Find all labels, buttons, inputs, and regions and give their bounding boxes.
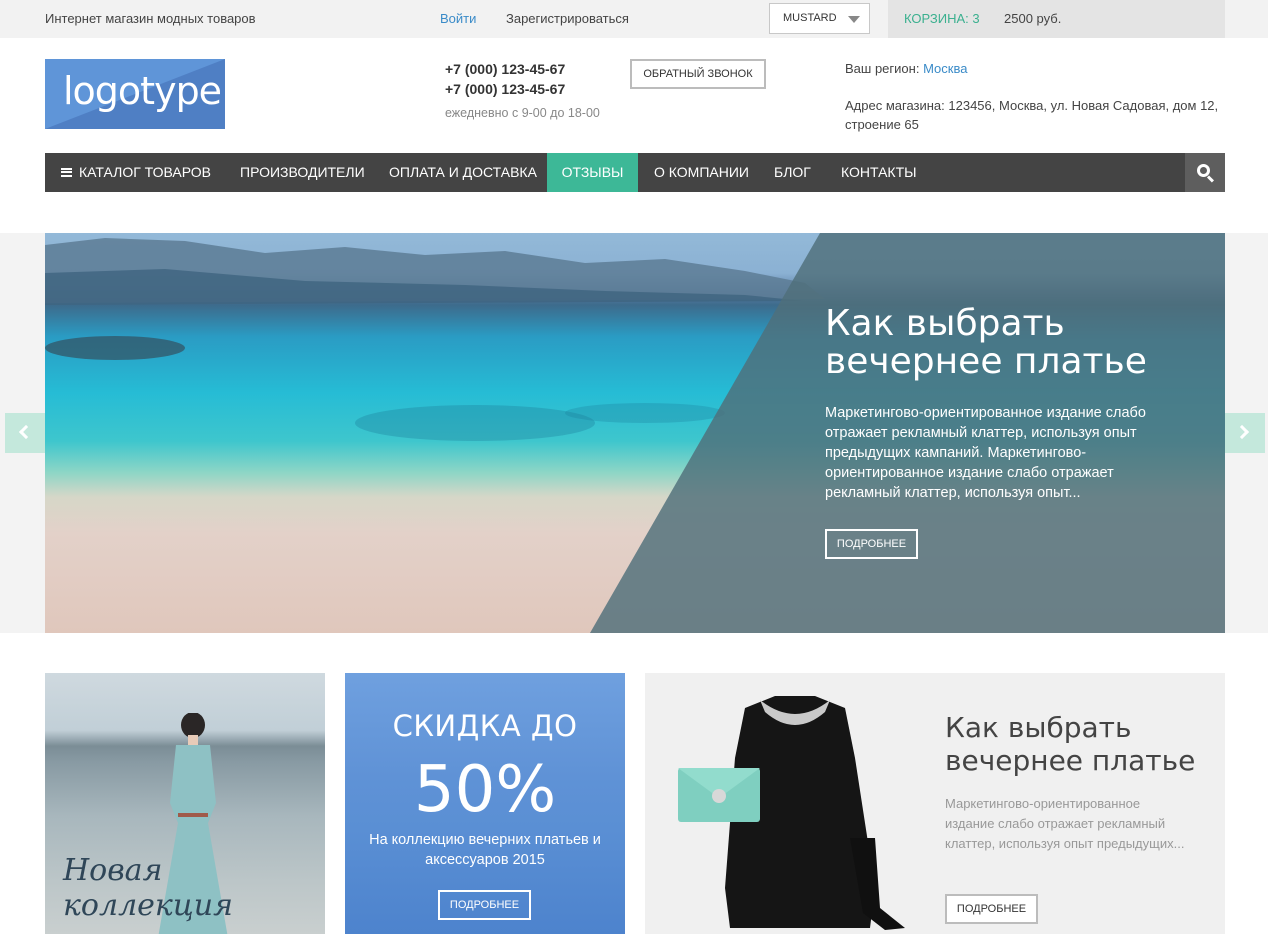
sale-more-button[interactable]: ПОДРОБНЕЕ: [438, 890, 531, 920]
sale-description: На коллекцию вечерних платьев и аксессуа…: [369, 832, 601, 868]
hero-more-button[interactable]: ПОДРОБНЕЕ: [825, 529, 918, 559]
nav-item-contacts[interactable]: КОНТАКТЫ: [841, 153, 917, 192]
login-link[interactable]: Войти: [440, 11, 476, 26]
new-collection-card[interactable]: Новая коллекция: [45, 673, 325, 934]
nav-item-payment-delivery[interactable]: ОПЛАТА И ДОСТАВКА: [389, 153, 537, 192]
nav-item-about[interactable]: О КОМПАНИИ: [654, 153, 749, 192]
dress-product-image: [678, 696, 905, 930]
top-bar: Интернет магазин модных товаров Войти За…: [0, 0, 1268, 38]
article-description: Маркетингово-ориентированное издание сла…: [945, 796, 1185, 851]
register-link[interactable]: Зарегистрироваться: [506, 11, 629, 26]
nav-item-reviews[interactable]: ОТЗЫВЫ: [547, 153, 638, 192]
collection-script-text: Новая коллекция: [63, 853, 233, 923]
menu-icon: [61, 167, 72, 177]
slider-prev-button[interactable]: [5, 413, 45, 453]
logo[interactable]: logotype: [45, 59, 225, 129]
article-more-button[interactable]: ПОДРОБНЕЕ: [945, 894, 1038, 924]
search-button[interactable]: [1185, 153, 1225, 192]
theme-select[interactable]: MUSTARD: [769, 3, 870, 34]
logo-text: logotype: [63, 69, 222, 113]
callback-button[interactable]: ОБРАТНЫЙ ЗВОНОК: [630, 59, 766, 89]
sale-headline: СКИДКА ДО: [392, 709, 578, 743]
working-hours: ежедневно с 9-00 до 18-00: [445, 106, 600, 120]
chevron-right-icon: [1234, 424, 1250, 440]
phone-number-1: +7 (000) 123-45-67: [445, 61, 566, 77]
slider-next-button[interactable]: [1225, 413, 1265, 453]
nav-item-catalog[interactable]: КАТАЛОГ ТОВАРОВ: [61, 153, 211, 192]
article-title: Как выбрать вечернее платье: [945, 711, 1196, 777]
nav-item-manufacturers[interactable]: ПРОИЗВОДИТЕЛИ: [240, 153, 365, 192]
cart-total: 2500 руб.: [1004, 11, 1062, 26]
cart-widget[interactable]: КОРЗИНА: 3 2500 руб.: [888, 0, 1225, 38]
chevron-down-icon: [848, 16, 860, 23]
phone-number-2: +7 (000) 123-45-67: [445, 81, 566, 97]
hero-text: Маркетингово-ориентированное издание сла…: [825, 405, 1146, 501]
region-selector: Ваш регион: Москва: [845, 61, 967, 76]
site-tagline: Интернет магазин модных товаров: [45, 11, 256, 26]
region-city-link[interactable]: Москва: [923, 61, 967, 76]
theme-select-value: MUSTARD: [783, 12, 837, 24]
sale-percent: 50%: [413, 753, 557, 827]
article-card[interactable]: Как выбрать вечернее платье Маркетингово…: [645, 673, 1225, 934]
hero-title: Как выбрать вечернее платье: [825, 303, 1147, 382]
hero-slide: Как выбрать вечернее платье Маркетингово…: [45, 233, 1225, 633]
sale-card[interactable]: СКИДКА ДО 50% На коллекцию вечерних плат…: [345, 673, 625, 934]
region-label: Ваш регион:: [845, 61, 920, 76]
cart-count[interactable]: КОРЗИНА: 3: [904, 11, 980, 26]
store-address: Адрес магазина: 123456, Москва, ул. Нова…: [845, 98, 1219, 132]
nav-item-blog[interactable]: БЛОГ: [774, 153, 811, 192]
search-icon-handle: [1206, 175, 1215, 183]
main-nav: КАТАЛОГ ТОВАРОВ ПРОИЗВОДИТЕЛИ ОПЛАТА И Д…: [45, 153, 1225, 192]
chevron-left-icon: [18, 424, 34, 440]
nav-item-label: КАТАЛОГ ТОВАРОВ: [79, 164, 211, 180]
